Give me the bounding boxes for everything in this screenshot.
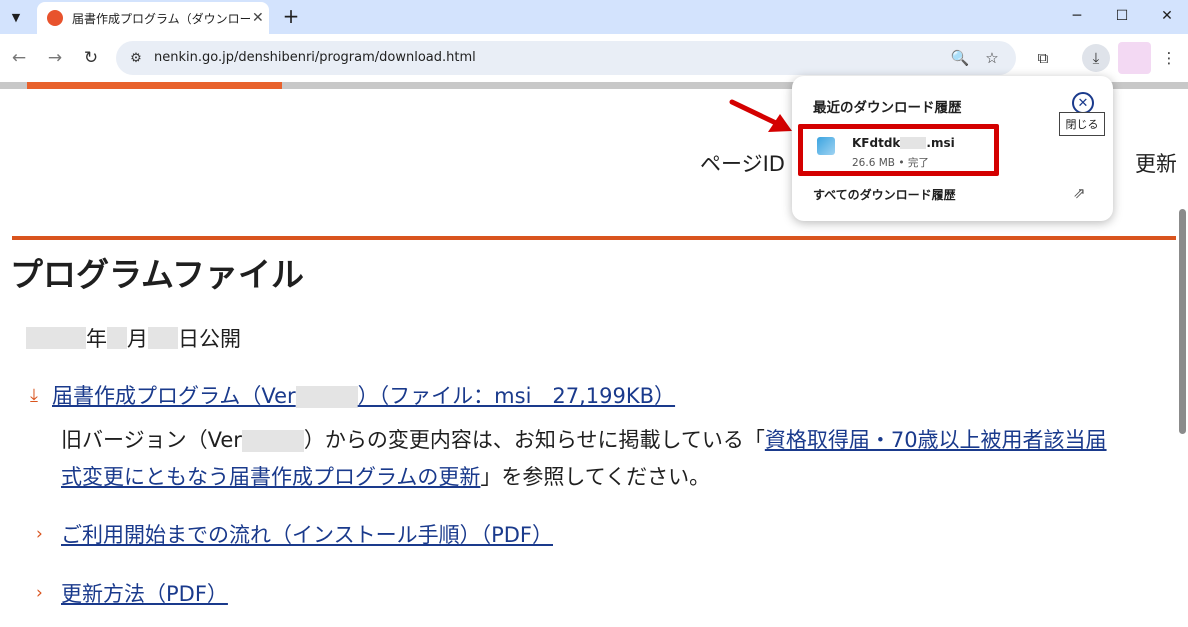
update-guide-link[interactable]: 更新方法（PDF） xyxy=(61,578,228,608)
download-item[interactable]: KFdtdk .msi 26.6 MB • 完了 xyxy=(798,124,999,176)
open-external-icon[interactable]: ⇗ xyxy=(1073,184,1086,202)
zoom-icon[interactable]: 🔍 xyxy=(948,46,972,70)
close-icon[interactable]: ✕ xyxy=(252,10,264,26)
install-guide-link[interactable]: ご利用開始までの流れ（インストール手順）（PDF） xyxy=(61,519,553,549)
scrollbar[interactable] xyxy=(1176,89,1188,627)
page-progress-fill xyxy=(27,82,282,89)
publish-date: 年 月 日公開 xyxy=(26,323,241,353)
update-label: 更新 xyxy=(1135,152,1177,176)
forward-arrow-icon[interactable]: → xyxy=(41,44,69,72)
program-download-row: ⤓ 届書作成プログラム（Ver ）（ファイル：msi 27,199KB） xyxy=(30,380,675,410)
url-text[interactable]: nenkin.go.jp/denshibenri/program/downloa… xyxy=(154,50,476,65)
chevron-right-icon: › xyxy=(36,524,43,544)
close-icon[interactable]: ✕ xyxy=(1072,92,1094,114)
annotation-arrow-icon xyxy=(729,99,792,132)
download-icon[interactable]: ⤓ xyxy=(1082,44,1110,72)
chevron-down-icon[interactable]: ▼ xyxy=(4,5,28,29)
month-label: 月 xyxy=(127,327,148,351)
active-tab[interactable]: 届書作成プログラム（ダウンロードペ ✕ xyxy=(37,2,269,34)
back-arrow-icon[interactable]: ← xyxy=(5,44,33,72)
reload-icon[interactable]: ↻ xyxy=(77,44,105,72)
minimize-icon[interactable]: ─ xyxy=(1054,0,1100,32)
download-file-meta: 26.6 MB • 完了 xyxy=(852,157,929,169)
chevron-right-icon: › xyxy=(36,583,43,603)
version-note-line-2: 式変更にともなう届書作成プログラムの更新」を参照してください。 xyxy=(61,465,711,489)
year-label: 年 xyxy=(86,327,107,351)
list-item: › 更新方法（PDF） xyxy=(36,578,228,608)
kebab-menu-icon[interactable]: ⋮ xyxy=(1155,44,1183,72)
close-tooltip: 閉じる xyxy=(1059,112,1105,136)
page-title: プログラムファイル xyxy=(10,255,305,294)
favicon-icon xyxy=(47,10,63,26)
all-downloads-link[interactable]: すべてのダウンロード履歴 xyxy=(813,186,956,203)
announcement-link-cont[interactable]: 式変更にともなう届書作成プログラムの更新 xyxy=(61,465,480,489)
version-note-line-1: 旧バージョン（Ver ）からの変更内容は、お知らせに掲載している「資格取得届・70… xyxy=(61,428,1107,452)
program-download-link[interactable]: 届書作成プログラム（Ver ）（ファイル：msi 27,199KB） xyxy=(52,380,675,410)
scrollbar-thumb[interactable] xyxy=(1179,209,1186,434)
star-icon[interactable]: ☆ xyxy=(980,46,1004,70)
browser-toolbar: ← → ↻ ⚙ nenkin.go.jp/denshibenri/program… xyxy=(0,34,1188,82)
window-close-icon[interactable]: ✕ xyxy=(1144,0,1188,32)
redacted-day xyxy=(148,327,178,349)
puzzle-icon[interactable]: ⧉ xyxy=(1029,44,1057,72)
installer-file-icon xyxy=(817,137,835,155)
maximize-icon[interactable]: ☐ xyxy=(1099,0,1145,32)
list-item: › ご利用開始までの流れ（インストール手順）（PDF） xyxy=(36,519,553,549)
page-id-label: ページID xyxy=(700,152,785,176)
address-bar[interactable]: ⚙ nenkin.go.jp/denshibenri/program/downl… xyxy=(116,41,1016,75)
download-bubble: 最近のダウンロード履歴 ✕ KFdtdk .msi 26.6 MB • 完了 すべ… xyxy=(792,76,1113,221)
tune-icon[interactable]: ⚙ xyxy=(124,46,148,70)
redacted-year xyxy=(26,327,86,349)
redacted-month xyxy=(107,327,127,349)
avatar[interactable] xyxy=(1118,42,1151,74)
plus-icon[interactable]: + xyxy=(279,4,303,28)
title-divider xyxy=(12,236,1176,240)
tab-strip: ▼ 届書作成プログラム（ダウンロードペ ✕ + ─ ☐ ✕ xyxy=(0,0,1188,34)
download-file-name: KFdtdk .msi xyxy=(852,136,955,150)
announcement-link[interactable]: 資格取得届・70歳以上被用者該当届 xyxy=(765,428,1107,452)
tab-title: 届書作成プログラム（ダウンロードペ xyxy=(72,11,250,26)
day-label: 日公開 xyxy=(178,327,241,351)
download-file-icon: ⤓ xyxy=(30,384,38,406)
download-bubble-title: 最近のダウンロード履歴 xyxy=(813,100,962,116)
